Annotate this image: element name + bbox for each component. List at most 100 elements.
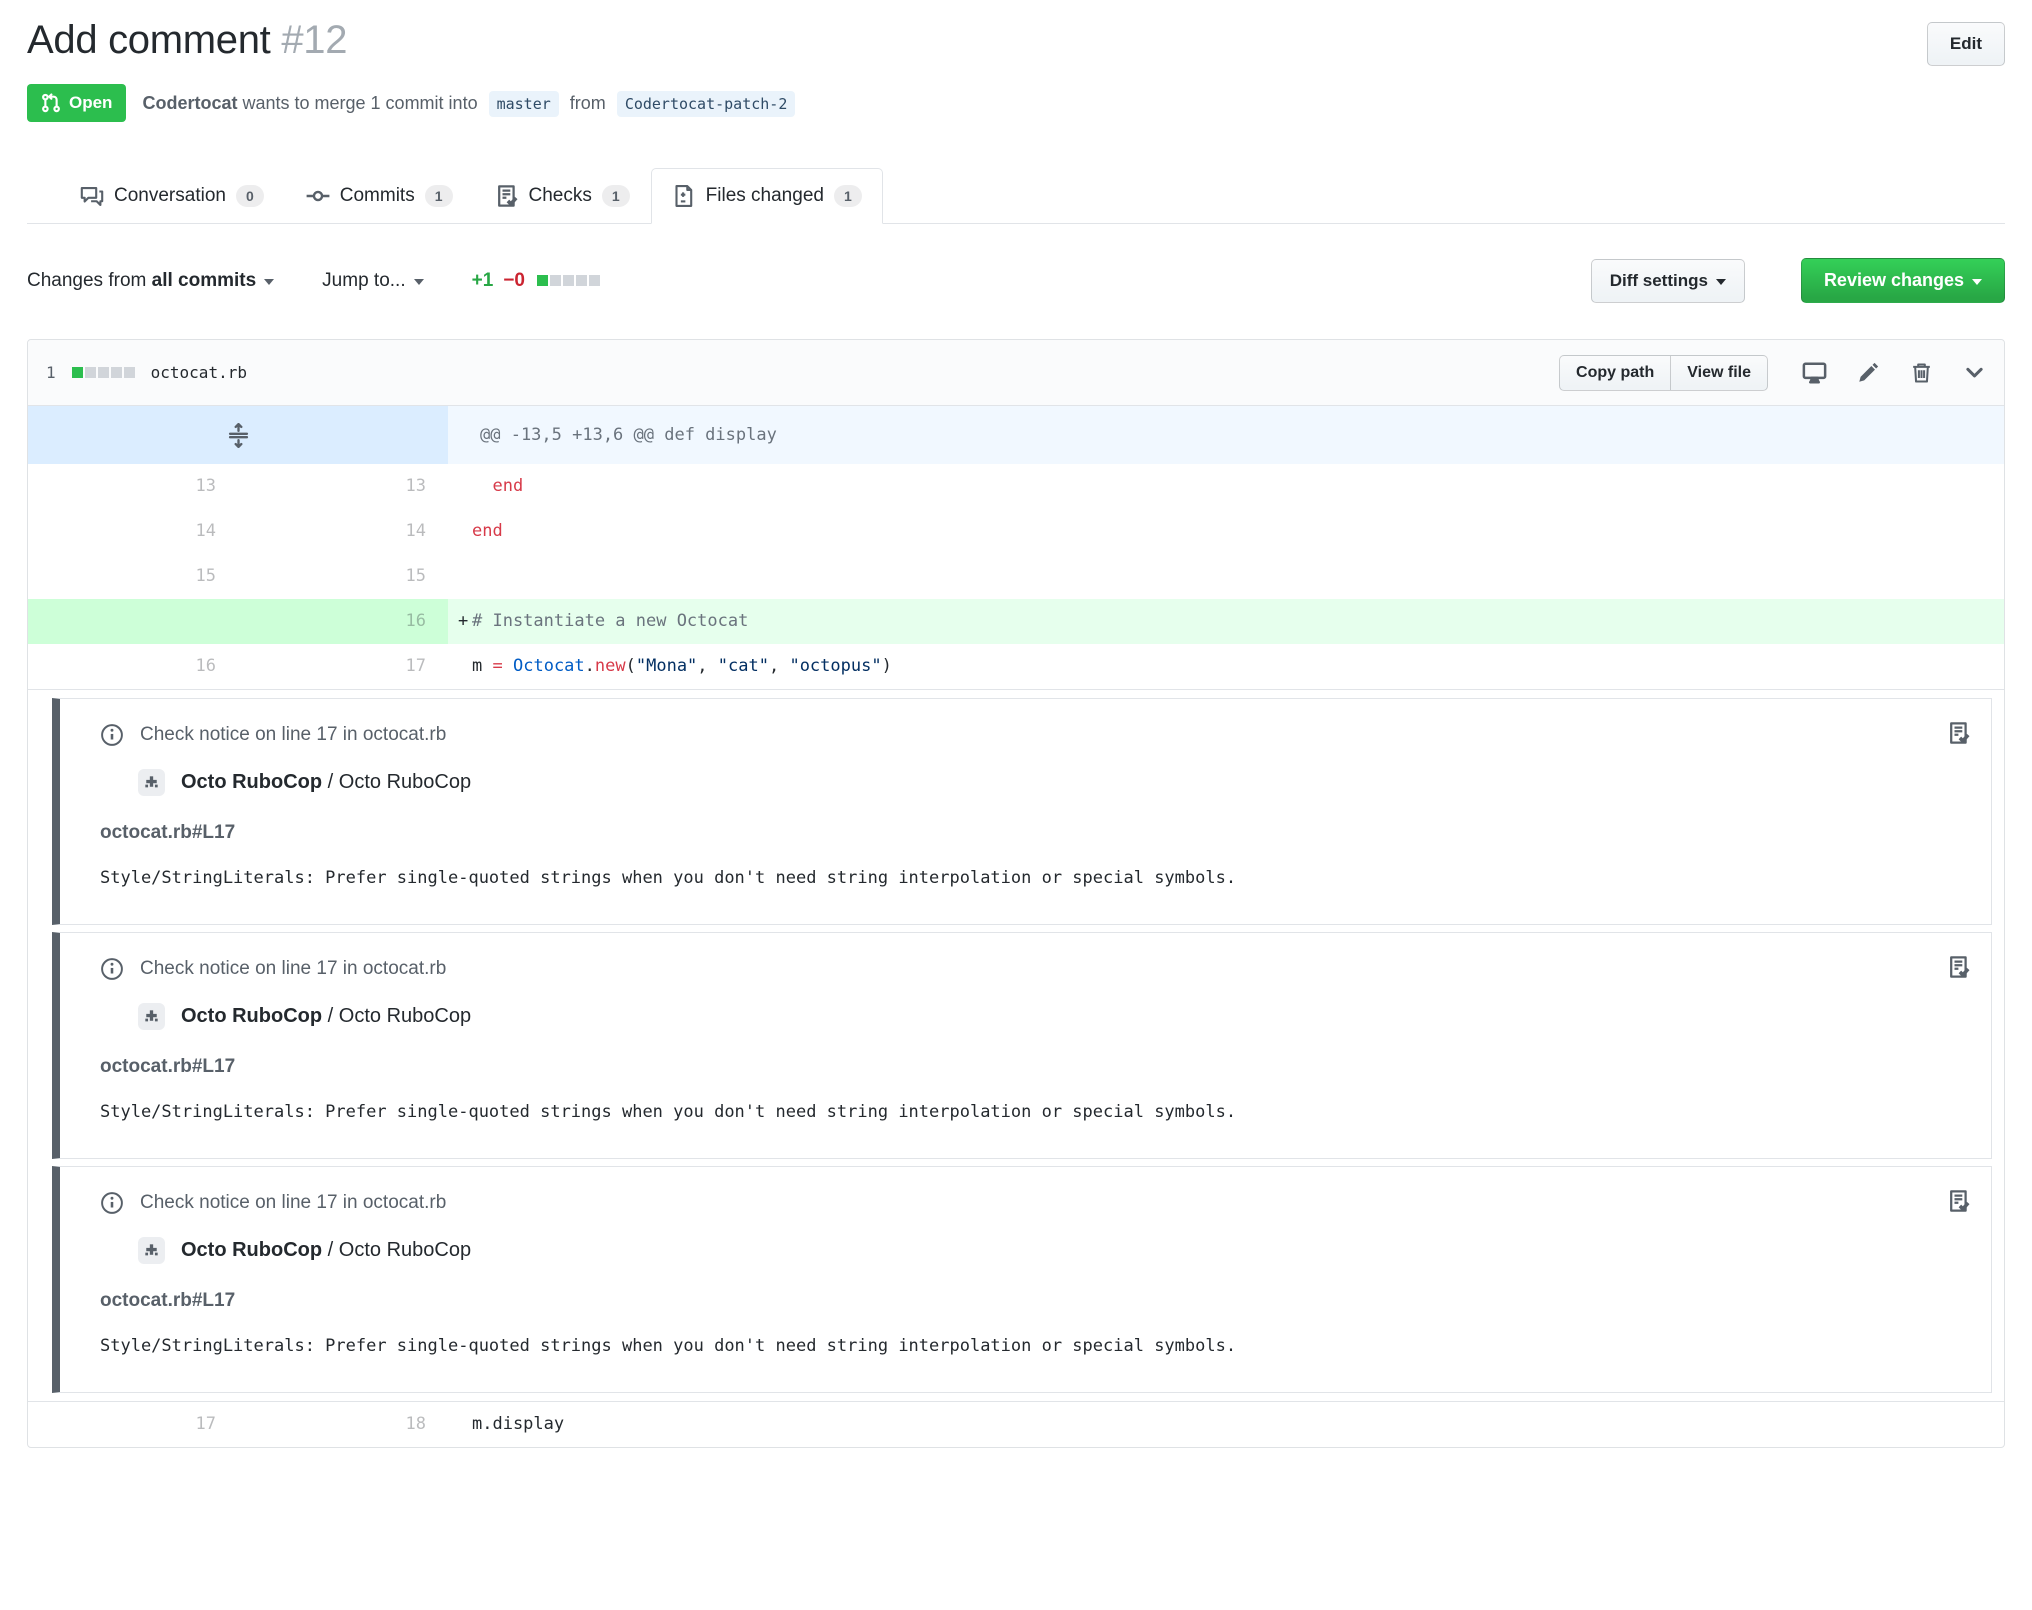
author-name[interactable]: Codertocat <box>142 93 237 113</box>
code-token: , <box>697 656 718 676</box>
new-line-number[interactable]: 14 <box>238 509 448 554</box>
code-line[interactable]: + # Instantiate a new Octocat <box>448 599 2004 644</box>
diffstat-square <box>110 367 122 378</box>
app-name[interactable]: Octo RuboCop <box>181 771 322 793</box>
pr-tab-bar: Conversation 0 Commits 1 Checks 1 Files … <box>27 168 2005 224</box>
tab-label: Files changed <box>705 185 824 206</box>
tab-counter: 1 <box>833 185 862 207</box>
code-token: = <box>492 656 503 676</box>
new-line-number[interactable]: 15 <box>238 554 448 599</box>
new-line-number[interactable]: 13 <box>238 464 448 509</box>
old-line-number[interactable]: 13 <box>28 464 238 509</box>
file-diffstat-squares <box>71 367 135 378</box>
file-name[interactable]: octocat.rb <box>151 363 247 382</box>
delete-file-icon[interactable] <box>1910 361 1933 384</box>
diffstat-square <box>549 275 561 286</box>
merge-text: wants to merge 1 commit into <box>242 92 478 113</box>
diffstat-square <box>536 275 548 286</box>
tab-conversation[interactable]: Conversation 0 <box>59 168 285 224</box>
info-icon <box>100 723 124 747</box>
tab-checks[interactable]: Checks 1 <box>474 168 651 224</box>
unfold-icon <box>226 422 251 448</box>
diff-line-row: 15 15 <box>28 554 2004 599</box>
annotation-location: octocat.rb#L17 <box>100 1290 236 1311</box>
caret-down-icon <box>413 278 424 285</box>
old-line-number[interactable]: 16 <box>28 644 238 689</box>
annotation-message: Style/StringLiterals: Prefer single-quot… <box>100 868 1237 888</box>
rich-diff-icon[interactable] <box>1802 360 1827 385</box>
head-branch-badge[interactable]: Codertocat-patch-2 <box>616 90 796 117</box>
code-line[interactable]: end <box>448 509 2004 554</box>
base-branch-badge[interactable]: master <box>488 90 559 117</box>
copy-path-button[interactable]: Copy path <box>1559 354 1672 391</box>
tab-counter: 0 <box>235 185 264 207</box>
check-annotation: Check notice on line 17 in octocat.rb Oc… <box>52 1166 1992 1393</box>
code-token: Octocat <box>513 656 585 676</box>
edit-button[interactable]: Edit <box>1926 22 2005 66</box>
code-line[interactable]: end <box>448 464 2004 509</box>
diff-toolbar: Changes from all commits Jump to... +1 −… <box>27 258 2005 303</box>
code-token: new <box>594 656 626 676</box>
diffstat-square <box>575 275 587 286</box>
diff-settings-button[interactable]: Diff settings <box>1590 258 1745 303</box>
app-avatar <box>138 769 165 796</box>
info-icon <box>100 957 124 981</box>
add-prefix: + <box>458 611 469 631</box>
tab-counter: 1 <box>424 185 453 207</box>
view-file-button[interactable]: View file <box>1671 354 1768 391</box>
code-text: end <box>472 521 503 541</box>
app-name[interactable]: Octo RuboCop <box>181 1239 322 1261</box>
annotation-header-text: Check notice on line 17 in octocat.rb <box>140 724 447 745</box>
edit-file-icon[interactable] <box>1857 361 1880 384</box>
tab-files-changed[interactable]: Files changed 1 <box>650 168 883 224</box>
code-line[interactable] <box>448 554 2004 599</box>
annotation-header-text: Check notice on line 17 in octocat.rb <box>140 958 447 979</box>
jump-to-dropdown[interactable]: Jump to... <box>322 269 424 292</box>
code-line[interactable]: m = Octocat.new("Mona", "cat", "octopus"… <box>448 644 2004 689</box>
file-changed-count: 1 <box>46 363 56 382</box>
code-text: end <box>472 476 524 496</box>
jump-to-label: Jump to... <box>322 269 406 291</box>
expand-hunk-button[interactable] <box>28 406 448 464</box>
separator: / <box>327 1005 334 1027</box>
old-line-number[interactable]: 14 <box>28 509 238 554</box>
diffstat-square <box>123 367 135 378</box>
tab-label: Checks <box>528 185 592 206</box>
diffstat-square <box>562 275 574 286</box>
checklist-icon[interactable] <box>1947 1189 1971 1213</box>
chevron-down-icon[interactable] <box>1963 361 1986 384</box>
app-avatar <box>138 1003 165 1030</box>
hunk-header-row: @@ -13,5 +13,6 @@ def display <box>28 406 2004 464</box>
new-line-number[interactable]: 16 <box>238 599 448 644</box>
checklist-icon[interactable] <box>1947 955 1971 979</box>
app-name[interactable]: Octo RuboCop <box>181 1005 322 1027</box>
old-line-number[interactable] <box>28 599 238 644</box>
file-diff-container: 1 octocat.rb Copy path View file @@ -13,… <box>27 339 2005 1448</box>
review-changes-button[interactable]: Review changes <box>1800 258 2005 303</box>
caret-down-icon <box>264 278 275 285</box>
code-token: , <box>768 656 790 676</box>
old-line-number[interactable]: 17 <box>28 1402 238 1447</box>
hunk-header-text: @@ -13,5 +13,6 @@ def display <box>448 406 2004 464</box>
state-badge: Open <box>27 84 127 122</box>
code-token: . <box>584 656 595 676</box>
file-header: 1 octocat.rb Copy path View file <box>28 340 2004 406</box>
checklist-icon[interactable] <box>1947 721 1971 745</box>
new-line-number[interactable]: 17 <box>238 644 448 689</box>
code-token: "octopus" <box>789 656 882 676</box>
separator: / <box>327 1239 334 1261</box>
pull-request-icon <box>41 93 61 113</box>
annotation-location: octocat.rb#L17 <box>100 1056 236 1077</box>
file-diff-icon <box>672 184 696 208</box>
diffstat-summary: +1 −0 <box>472 270 600 292</box>
tab-commits[interactable]: Commits 1 <box>285 168 474 224</box>
old-line-number[interactable]: 15 <box>28 554 238 599</box>
changes-from-dropdown[interactable]: Changes from all commits <box>27 269 275 292</box>
changes-from-label: Changes from <box>27 269 147 291</box>
diff-settings-label: Diff settings <box>1609 270 1708 290</box>
pr-title-text: Add comment <box>27 18 271 62</box>
code-line[interactable]: m.display <box>448 1402 2004 1447</box>
new-line-number[interactable]: 18 <box>238 1402 448 1447</box>
diff-line-row: 13 13 end <box>28 464 2004 509</box>
file-actions-group: Copy path View file <box>1559 354 1768 391</box>
